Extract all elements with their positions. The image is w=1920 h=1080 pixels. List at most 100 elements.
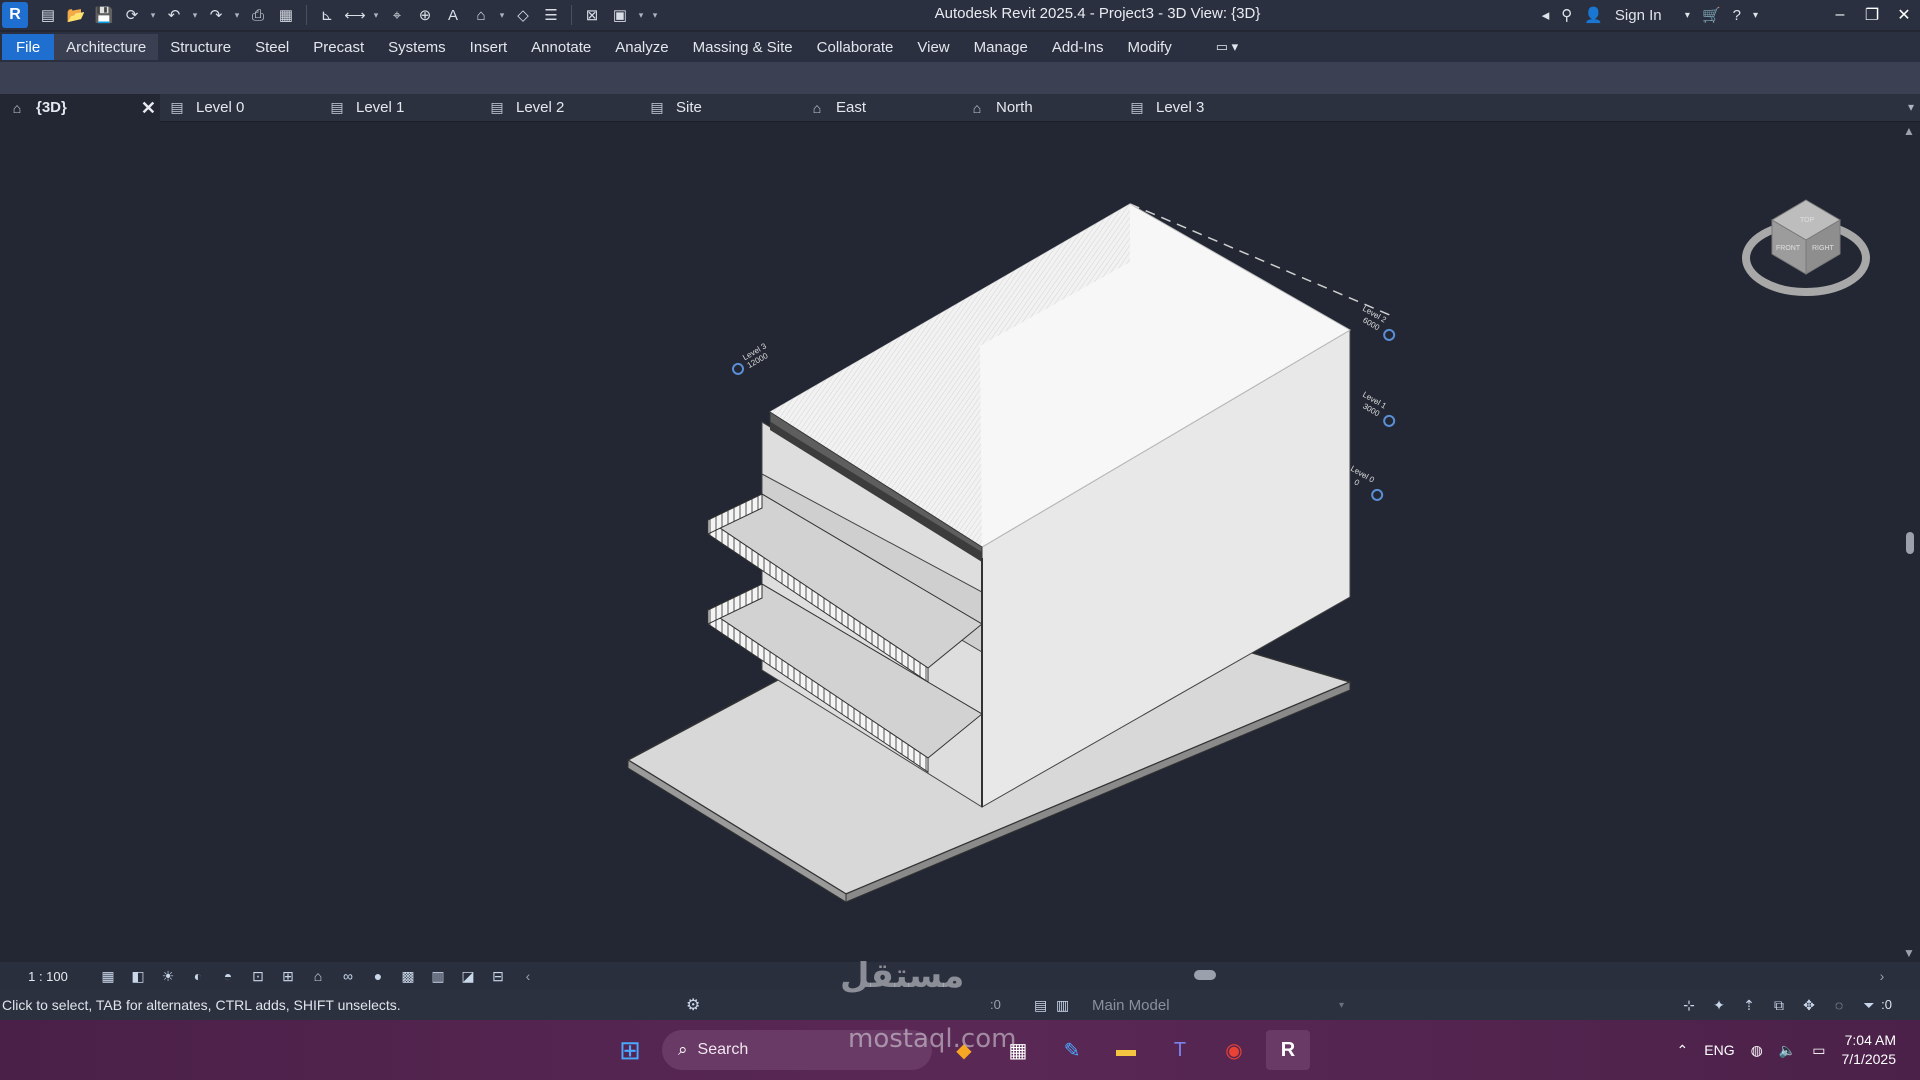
- reveal-hidden-icon[interactable]: ●: [366, 965, 390, 987]
- view-tab-label: {3D}: [36, 99, 67, 116]
- unlocked-3d-icon[interactable]: ⌂: [306, 965, 330, 987]
- horizontal-scroll-thumb[interactable]: [1194, 970, 1216, 980]
- selection-options: ⊹ ✦ ⇡ ⧉ ✥ ◌ ⏷: [1678, 994, 1880, 1016]
- help-dropdown-icon[interactable]: ▾: [1747, 0, 1764, 30]
- tab-view-level-3[interactable]: ▤ Level 3: [1120, 94, 1280, 122]
- view-tab-label: Level 3: [1156, 99, 1205, 116]
- status-count: :0: [990, 997, 1001, 1012]
- tab-insert[interactable]: Insert: [458, 34, 520, 60]
- select-pinned-icon[interactable]: ⇡: [1738, 994, 1760, 1016]
- vertical-scrollbar[interactable]: ▲ ▼: [1900, 122, 1920, 962]
- ribbon-minimize-icon[interactable]: ▭ ▾: [1204, 34, 1250, 60]
- model-dropdown-icon[interactable]: ▾: [1339, 1000, 1344, 1011]
- user-icon[interactable]: 👤: [1578, 0, 1609, 30]
- select-links-icon[interactable]: ⊹: [1678, 994, 1700, 1016]
- tray-chevron-icon[interactable]: ⌃: [1669, 1042, 1697, 1059]
- battery-icon[interactable]: ▭: [1804, 1042, 1833, 1059]
- tab-annotate[interactable]: Annotate: [519, 34, 603, 60]
- worksharing-icon[interactable]: ⚙: [686, 995, 700, 1015]
- tab-collaborate[interactable]: Collaborate: [805, 34, 906, 60]
- viewcube-top: TOP: [1800, 217, 1815, 224]
- tab-architecture[interactable]: Architecture: [54, 34, 159, 60]
- scroll-up-icon[interactable]: ▲: [1903, 124, 1915, 138]
- file-explorer-icon[interactable]: ▬: [1104, 1030, 1148, 1070]
- filter-icon[interactable]: ⏷: [1858, 994, 1880, 1016]
- vertical-scroll-thumb[interactable]: [1906, 532, 1914, 554]
- reveal-constraints-icon[interactable]: ◪: [456, 965, 480, 987]
- chevron-left-icon[interactable]: ◂: [1536, 0, 1556, 30]
- highlight-displacement-icon[interactable]: ▥: [426, 965, 450, 987]
- tab-massing-site[interactable]: Massing & Site: [681, 34, 805, 60]
- tab-add-ins[interactable]: Add-Ins: [1040, 34, 1116, 60]
- design-options-icon[interactable]: ▤: [1034, 997, 1056, 1014]
- view-tabs-dropdown-icon[interactable]: ▾: [1908, 100, 1914, 114]
- background-process-icon[interactable]: ◌: [1828, 994, 1850, 1016]
- worksets-icon[interactable]: ▥: [1056, 997, 1078, 1014]
- tab-view-level-1[interactable]: ▤ Level 1: [320, 94, 480, 122]
- help-icon[interactable]: ?: [1727, 0, 1747, 30]
- temporary-hide-icon[interactable]: ∞: [336, 965, 360, 987]
- tab-view[interactable]: View: [905, 34, 961, 60]
- tab-precast[interactable]: Precast: [301, 34, 376, 60]
- language-indicator[interactable]: ENG: [1696, 1042, 1742, 1058]
- windows-start-icon[interactable]: ⊞: [608, 1030, 652, 1070]
- crop-view-icon[interactable]: ⊡: [246, 965, 270, 987]
- teams-icon[interactable]: T: [1158, 1030, 1202, 1070]
- chevron-right-icon[interactable]: ›: [1870, 965, 1894, 987]
- drag-elements-icon[interactable]: ✥: [1798, 994, 1820, 1016]
- close-icon[interactable]: ✕: [141, 98, 156, 119]
- revit-taskbar-icon[interactable]: R: [1266, 1030, 1310, 1070]
- select-underlay-icon[interactable]: ✦: [1708, 994, 1730, 1016]
- floor-plan-icon: ▤: [330, 99, 344, 115]
- chevron-left-icon[interactable]: ‹: [516, 965, 540, 987]
- tab-analyze[interactable]: Analyze: [603, 34, 680, 60]
- visual-style-icon[interactable]: ◧: [126, 965, 150, 987]
- paint-icon[interactable]: ✎: [1050, 1030, 1094, 1070]
- minimize-icon[interactable]: –: [1824, 0, 1856, 30]
- tab-view-site[interactable]: ▤ Site: [640, 94, 800, 122]
- close-icon[interactable]: ✕: [1888, 0, 1920, 30]
- view-tab-label: East: [836, 99, 867, 116]
- render-icon[interactable]: ◓: [216, 965, 240, 987]
- cart-icon[interactable]: 🛒: [1696, 0, 1727, 30]
- home-icon: ⌂: [12, 99, 22, 116]
- network-icon[interactable]: ◍: [1743, 1042, 1771, 1059]
- tab-view-3d[interactable]: ⌂ {3D} ✕: [0, 93, 160, 122]
- tab-structure[interactable]: Structure: [158, 34, 243, 60]
- select-by-face-icon[interactable]: ⧉: [1768, 994, 1790, 1016]
- model-selector[interactable]: ▤ ▥ Main Model ▾: [1034, 993, 1354, 1017]
- shadows-icon[interactable]: ◐: [186, 965, 210, 987]
- sign-in-dropdown-icon[interactable]: ▾: [1679, 0, 1696, 30]
- restore-icon[interactable]: ❐: [1856, 0, 1888, 30]
- detail-level-icon[interactable]: ▦: [96, 965, 120, 987]
- binoculars-icon[interactable]: ⚲: [1555, 0, 1578, 30]
- model-name: Main Model: [1092, 996, 1170, 1014]
- scroll-down-icon[interactable]: ▼: [1903, 946, 1915, 960]
- tab-file[interactable]: File: [2, 34, 55, 60]
- chrome-icon[interactable]: ◉: [1212, 1030, 1256, 1070]
- tab-modify[interactable]: Modify: [1116, 34, 1184, 60]
- crop-region-icon[interactable]: ⊞: [276, 965, 300, 987]
- sun-path-icon[interactable]: ☀: [156, 965, 180, 987]
- tab-view-north[interactable]: ⌂ North: [960, 94, 1120, 122]
- tab-manage[interactable]: Manage: [962, 34, 1040, 60]
- tab-systems[interactable]: Systems: [376, 34, 458, 60]
- floor-plan-icon: ▤: [170, 99, 184, 115]
- level-marker-2: Level 2 6000: [1361, 304, 1396, 341]
- temporary-view-icon[interactable]: ▩: [396, 965, 420, 987]
- sign-in-link[interactable]: Sign In: [1609, 0, 1679, 30]
- clock-date: 7/1/2025: [1841, 1051, 1897, 1067]
- 3d-view-canvas[interactable]: Level 3 12000 Level 2 6000 Level 1 3000 …: [0, 122, 1900, 962]
- view-scale[interactable]: 1 : 100: [0, 969, 96, 984]
- tab-view-east[interactable]: ⌂ East: [800, 94, 960, 122]
- level-0-name: Level 0: [1349, 464, 1376, 485]
- tab-view-level-0[interactable]: ▤ Level 0: [160, 94, 320, 122]
- status-message: Click to select, TAB for alternates, CTR…: [2, 997, 401, 1013]
- tab-view-level-2[interactable]: ▤ Level 2: [480, 94, 640, 122]
- tab-steel[interactable]: Steel: [243, 34, 301, 60]
- elevation-icon: ⌂: [812, 99, 822, 116]
- analytical-icon[interactable]: ⊟: [486, 965, 510, 987]
- clock[interactable]: 7:04 AM 7/1/2025: [1834, 1031, 1920, 1069]
- watermark-arabic: مستقل: [840, 956, 965, 996]
- volume-icon[interactable]: 🔈: [1771, 1042, 1804, 1059]
